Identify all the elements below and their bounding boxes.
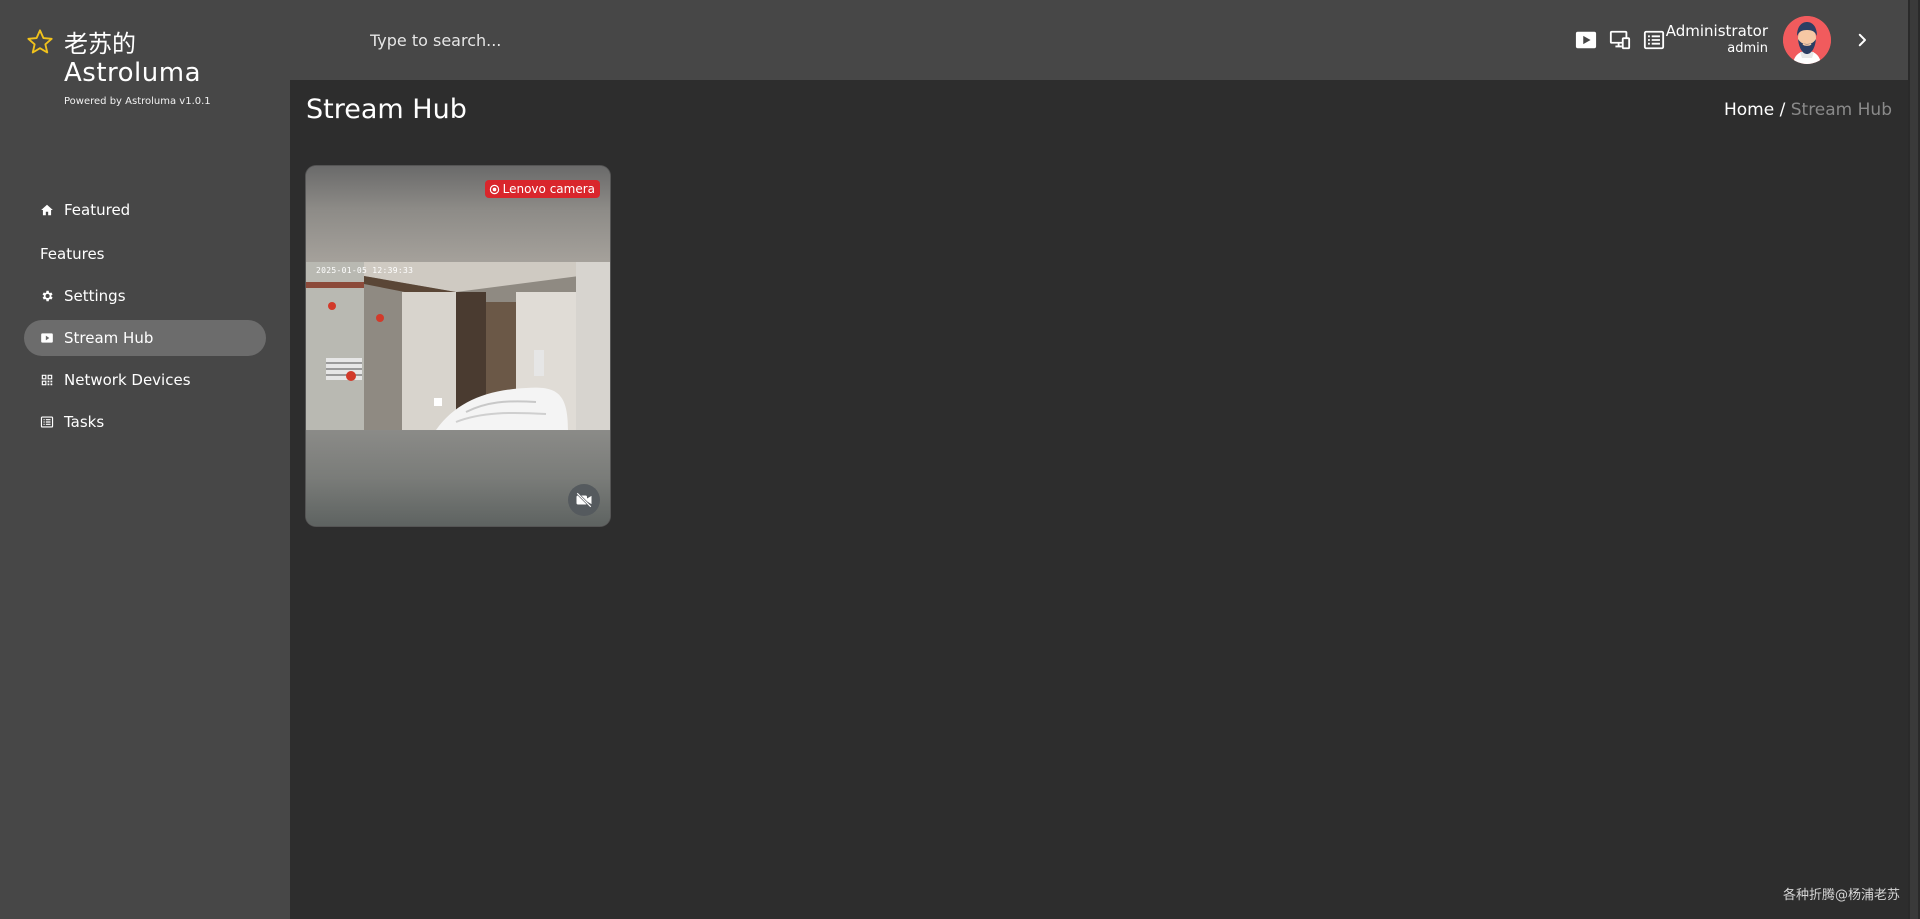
stream-timestamp: 2025-01-05 12:39:33 — [316, 266, 414, 275]
breadcrumb-home[interactable]: Home / — [1724, 100, 1785, 120]
breadcrumb: Home / Stream Hub — [1724, 100, 1892, 120]
camera-name: Lenovo camera — [502, 182, 595, 196]
camera-badge: Lenovo camera — [484, 180, 600, 198]
user-name: Administrator — [1665, 22, 1768, 40]
camera-feed — [306, 262, 610, 430]
stream-blur-bottom — [306, 430, 610, 526]
search-input[interactable] — [370, 26, 870, 54]
qr-icon — [40, 373, 54, 387]
chevron-right-icon[interactable] — [1850, 28, 1874, 52]
play-icon[interactable] — [1574, 28, 1598, 52]
list-icon[interactable] — [1642, 28, 1666, 52]
sidebar-item-label: Settings — [64, 287, 126, 305]
user-role: admin — [1727, 41, 1768, 56]
page-title: Stream Hub — [306, 94, 467, 125]
video-off-button[interactable] — [568, 484, 600, 516]
breadcrumb-current: Stream Hub — [1790, 100, 1892, 120]
sidebar-item-label: Featured — [64, 201, 131, 219]
top-bar: Administrator admin — [290, 0, 1908, 80]
sidebar-item-label: Tasks — [64, 413, 105, 431]
sidebar-section-title: Features — [40, 245, 105, 263]
header-icons — [1574, 28, 1666, 52]
brand-name-cn: 老苏的 — [64, 30, 136, 58]
monitor-icon[interactable] — [1608, 28, 1632, 52]
scrollbar-thumb[interactable] — [1910, 0, 1918, 919]
sidebar-item-label: Stream Hub — [64, 329, 154, 347]
sidebar-item-featured[interactable]: Featured — [24, 192, 266, 228]
watermark: 各种折腾@杨浦老苏 — [1782, 888, 1900, 903]
scrollbar[interactable] — [1908, 0, 1920, 919]
avatar[interactable] — [1783, 16, 1831, 64]
play-icon — [40, 331, 54, 345]
list-icon — [40, 415, 54, 429]
sidebar-item-stream-hub[interactable]: Stream Hub — [24, 320, 266, 356]
gear-icon — [40, 289, 54, 303]
user-info[interactable]: Administrator admin — [1666, 22, 1768, 58]
star-icon — [27, 29, 53, 54]
brand-version: Powered by Astroluma v1.0.1 — [64, 96, 211, 107]
sidebar-item-network-devices[interactable]: Network Devices — [24, 362, 266, 398]
camera-icon — [489, 184, 499, 194]
home-icon — [40, 203, 54, 217]
stream-card[interactable]: 2025-01-05 12:39:33 Lenovo camera — [306, 166, 610, 526]
sidebar-item-tasks[interactable]: Tasks — [24, 404, 266, 440]
sidebar-item-label: Network Devices — [64, 371, 191, 389]
brand-name: Astroluma — [64, 58, 202, 88]
sidebar-item-settings[interactable]: Settings — [24, 278, 266, 314]
sidebar-nav: Featured Features Settings Stream Hub Ne… — [24, 192, 266, 446]
video-off-icon — [576, 492, 592, 508]
sidebar: 老苏的 Astroluma Powered by Astroluma v1.0.… — [0, 0, 290, 919]
